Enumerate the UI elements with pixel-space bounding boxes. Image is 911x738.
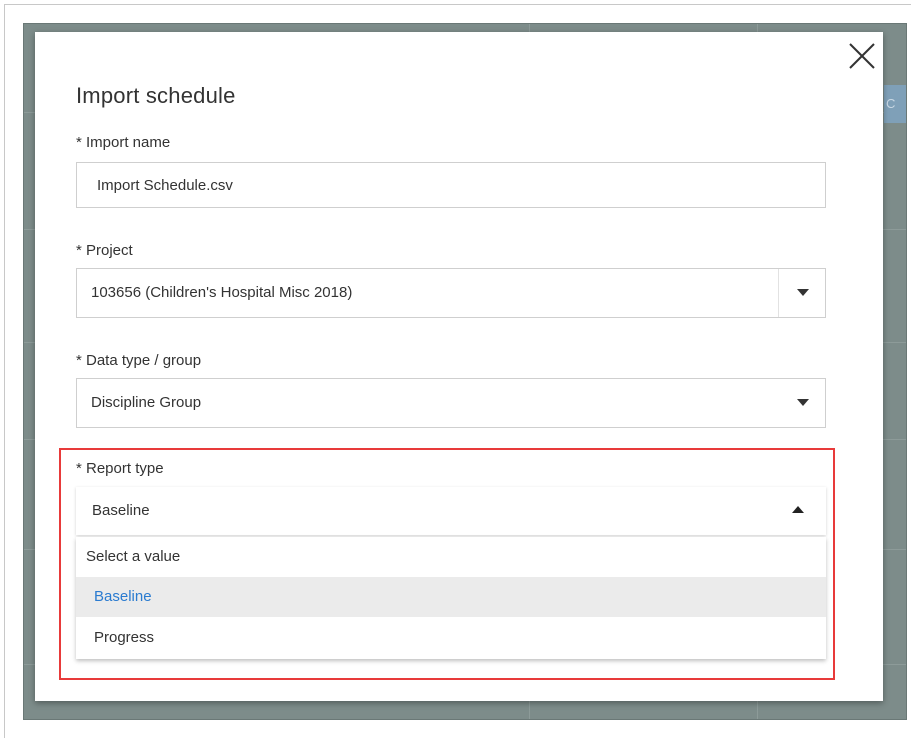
report-type-select-value: Baseline bbox=[92, 502, 150, 519]
data-type-select-value: Discipline Group bbox=[91, 394, 202, 411]
dialog-title: Import schedule bbox=[76, 83, 236, 108]
dropdown-option-progress[interactable]: Progress bbox=[76, 617, 826, 659]
dropdown-option-select-a-value[interactable]: Select a value bbox=[76, 537, 826, 577]
project-select[interactable]: 103656 (Children's Hospital Misc 2018) bbox=[76, 268, 826, 318]
close-button[interactable] bbox=[845, 39, 879, 73]
report-type-dropdown: Select a value Baseline Progress bbox=[76, 537, 826, 659]
import-schedule-dialog: Import schedule * Import name * Project … bbox=[35, 32, 883, 701]
import-name-input[interactable] bbox=[76, 162, 826, 208]
chevron-up-icon bbox=[792, 506, 804, 513]
report-type-label: * Report type bbox=[76, 460, 164, 477]
chevron-down-icon bbox=[797, 289, 809, 296]
screenshot-frame-top bbox=[4, 4, 911, 5]
screenshot-frame-left bbox=[4, 4, 5, 738]
import-name-label: * Import name bbox=[76, 134, 171, 151]
close-icon bbox=[849, 43, 875, 69]
select-divider bbox=[778, 269, 779, 317]
dropdown-option-baseline[interactable]: Baseline bbox=[76, 577, 826, 617]
data-type-label: * Data type / group bbox=[76, 352, 202, 369]
chevron-down-icon bbox=[797, 399, 809, 406]
report-type-select[interactable]: Baseline bbox=[76, 487, 826, 535]
project-select-value: 103656 (Children's Hospital Misc 2018) bbox=[91, 284, 353, 301]
data-type-select[interactable]: Discipline Group bbox=[76, 378, 826, 428]
project-label: * Project bbox=[76, 242, 133, 259]
background-button-fragment: C bbox=[884, 85, 906, 123]
